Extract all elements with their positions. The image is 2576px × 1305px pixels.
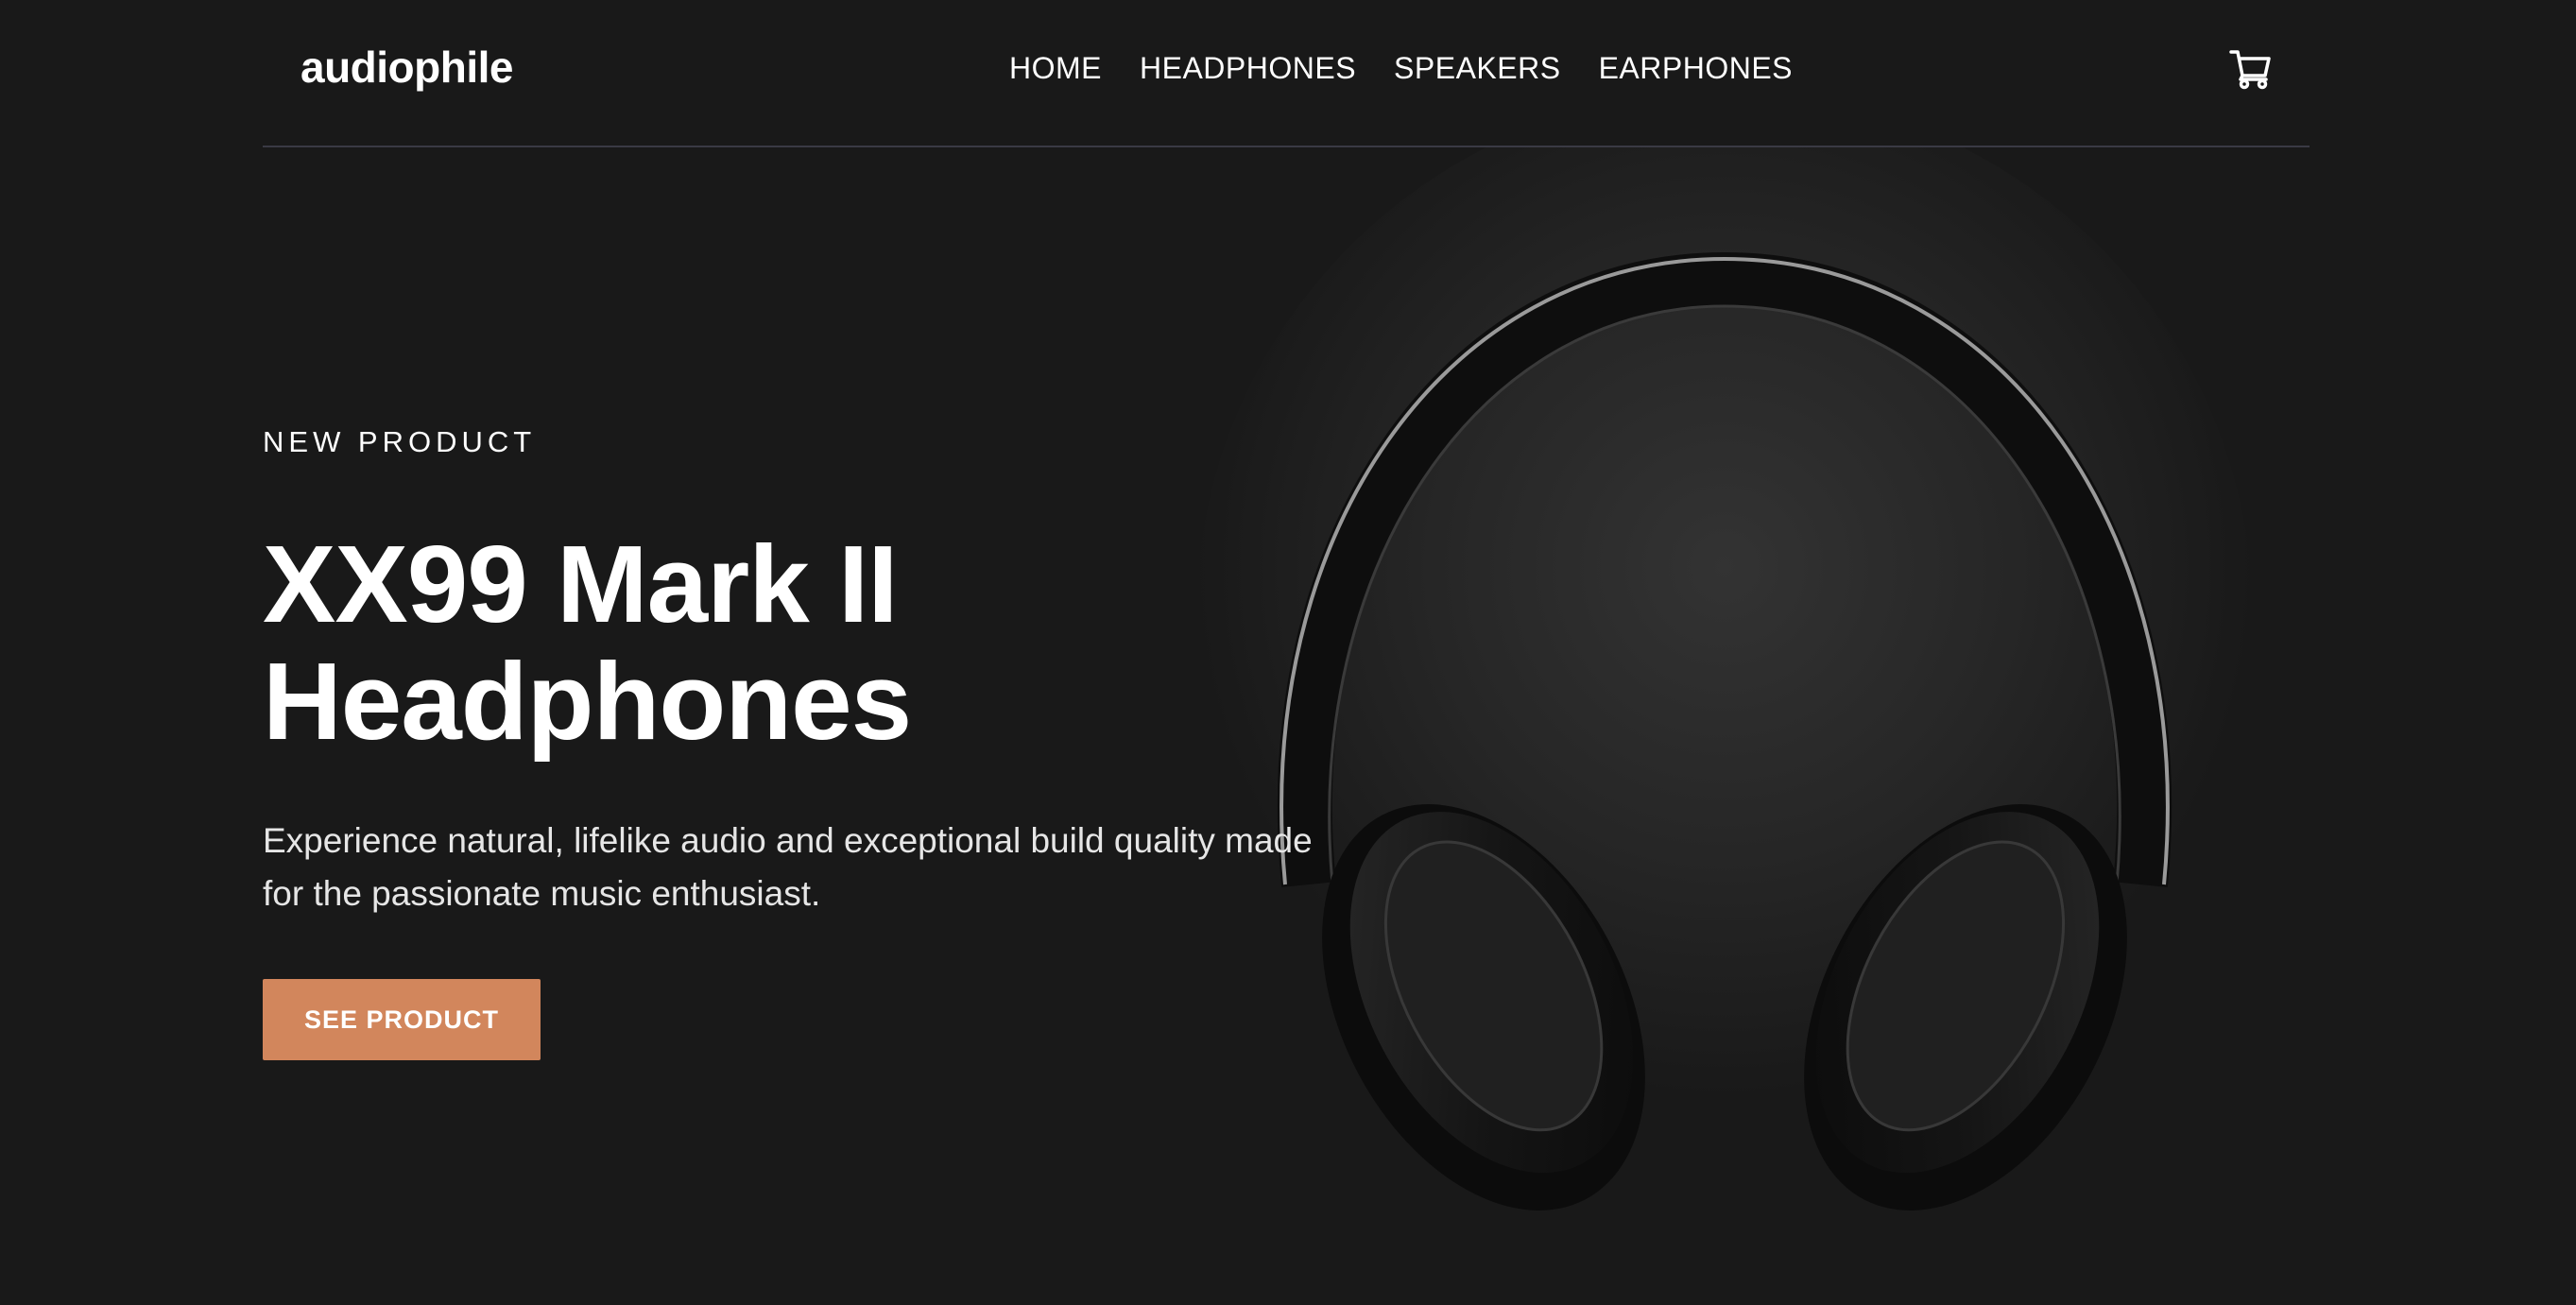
cart-icon[interactable] [2228, 47, 2274, 93]
site-header: audiophile HOME HEADPHONES SPEAKERS EARP… [263, 0, 2310, 147]
main-nav: HOME HEADPHONES SPEAKERS EARPHONES [1009, 51, 1793, 86]
new-product-label: NEW PRODUCT [263, 425, 537, 458]
nav-home[interactable]: HOME [1009, 51, 1102, 86]
logo[interactable]: audiophile [301, 42, 514, 93]
hero-description: Experience natural, lifelike audio and e… [263, 821, 1313, 913]
see-product-button[interactable]: SEE PRODUCT [263, 979, 541, 1060]
nav-earphones[interactable]: EARPHONES [1599, 51, 1793, 86]
hero-title: XX99 Mark II Headphones [263, 523, 912, 763]
nav-speakers[interactable]: SPEAKERS [1394, 51, 1561, 86]
headphones-image [1172, 91, 2277, 1300]
nav-headphones[interactable]: HEADPHONES [1140, 51, 1356, 86]
